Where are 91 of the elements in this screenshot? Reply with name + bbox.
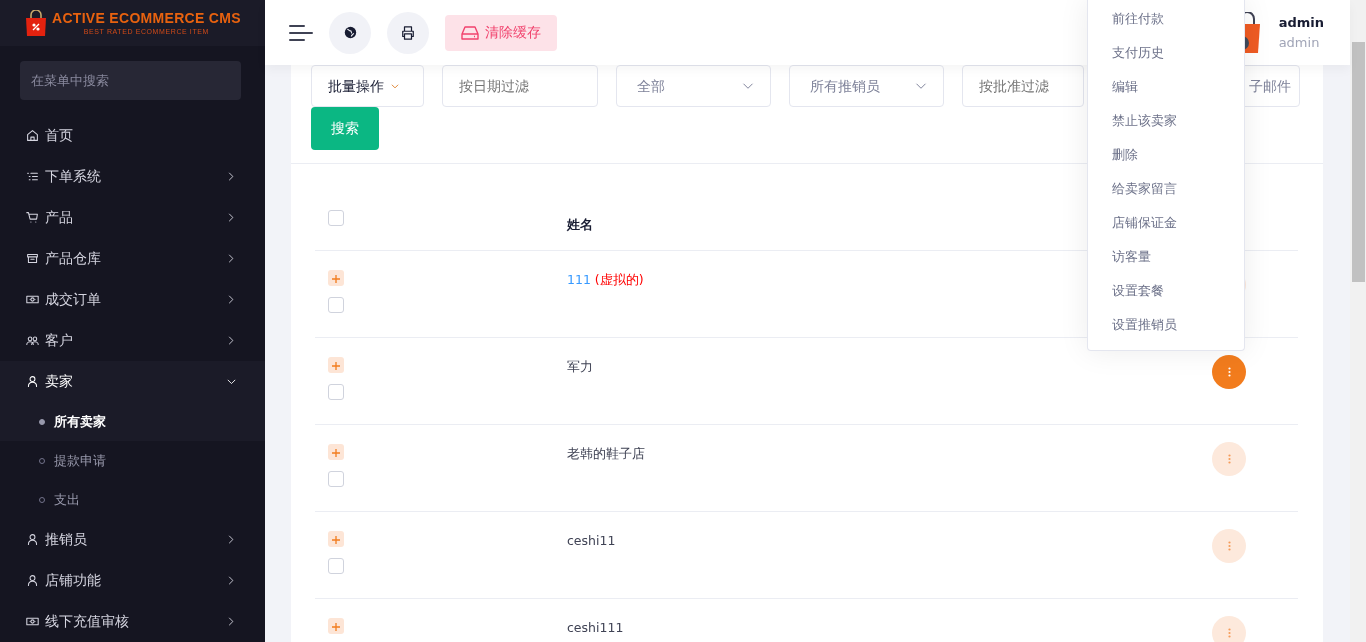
chevron-right-icon: [226, 171, 237, 182]
sidebar-subitem[interactable]: 所有卖家: [0, 402, 265, 441]
user-icon: [26, 574, 39, 587]
expand-button[interactable]: [328, 531, 344, 547]
plus-icon: [332, 535, 340, 544]
home-icon: [26, 129, 39, 142]
virtual-tag: (虚拟的): [594, 272, 644, 287]
cash-icon: [26, 615, 39, 628]
seller-name: ceshi11: [567, 533, 616, 548]
chevron-right-icon: [226, 294, 237, 305]
plus-icon: [332, 622, 340, 631]
menu-item[interactable]: 前往付款: [1088, 2, 1244, 36]
more-icon: [1227, 454, 1231, 464]
chevron-right-icon: [226, 534, 237, 545]
filter-select[interactable]: 所有推销员: [789, 65, 944, 107]
more-actions-button[interactable]: [1212, 616, 1246, 642]
plus-icon: [332, 361, 340, 370]
bulk-action-dropdown[interactable]: 批量操作: [311, 65, 424, 107]
print-button[interactable]: [387, 11, 429, 54]
row-checkbox[interactable]: [328, 558, 344, 574]
filter-select[interactable]: 全部: [616, 65, 771, 107]
sidebar-item[interactable]: 推销员: [0, 519, 265, 560]
menu-item[interactable]: 禁止该卖家: [1088, 104, 1244, 138]
sidebar-item[interactable]: 下单系统: [0, 156, 265, 197]
sidebar-item[interactable]: 产品仓库: [0, 238, 265, 279]
row-checkbox[interactable]: [328, 384, 344, 400]
menu-icon: [289, 24, 313, 42]
menu-item[interactable]: 访客量: [1088, 240, 1244, 274]
box-icon: [26, 252, 39, 265]
list-icon: [26, 170, 39, 183]
menu-item[interactable]: 店铺保证金: [1088, 206, 1244, 240]
expand-button[interactable]: [328, 357, 344, 373]
users-icon: [26, 334, 39, 347]
sidebar-item[interactable]: 线下充值审核: [0, 601, 265, 642]
more-icon: [1227, 541, 1231, 551]
menu-item[interactable]: 设置推销员: [1088, 308, 1244, 342]
clear-cache-button[interactable]: 清除缓存: [445, 14, 557, 51]
seller-name: 111: [567, 272, 591, 287]
scrollbar[interactable]: [1350, 0, 1366, 642]
more-icon: [1227, 628, 1231, 638]
sidebar-item[interactable]: 首页: [0, 115, 265, 156]
globe-icon: [343, 26, 357, 39]
plus-icon: [332, 448, 340, 457]
chevron-right-icon: [226, 335, 237, 346]
sidebar-subitem[interactable]: 提款申请: [0, 441, 265, 480]
expand-button[interactable]: [328, 444, 344, 460]
more-actions-button[interactable]: [1212, 529, 1246, 563]
logo-title: ACTIVE ECOMMERCE CMS: [52, 11, 241, 25]
chevron-down-icon: [390, 81, 400, 91]
user-icon: [26, 533, 39, 546]
row-checkbox[interactable]: [328, 297, 344, 313]
more-actions-button[interactable]: [1212, 442, 1246, 476]
menu-item[interactable]: 编辑: [1088, 70, 1244, 104]
user-icon: [26, 375, 39, 388]
chevron-right-icon: [226, 212, 237, 223]
filter-input[interactable]: 按批准过滤: [962, 65, 1084, 107]
sidebar-item[interactable]: 产品: [0, 197, 265, 238]
shopping-bag-logo-icon: [25, 10, 47, 36]
select-all-checkbox[interactable]: [328, 210, 344, 226]
sidebar-item[interactable]: 店铺功能: [0, 560, 265, 601]
seller-name: ceshi111: [567, 620, 624, 635]
globe-button[interactable]: [329, 11, 371, 54]
drive-icon: [461, 25, 479, 40]
menu-item[interactable]: 支付历史: [1088, 36, 1244, 70]
filter-input[interactable]: 按日期过滤: [442, 65, 598, 107]
more-icon: [1227, 367, 1231, 377]
chevron-right-icon: [226, 575, 237, 586]
printer-icon: [401, 25, 415, 40]
expand-button[interactable]: [328, 618, 344, 634]
sidebar-item[interactable]: 卖家: [0, 361, 265, 402]
menu-item[interactable]: 给卖家留言: [1088, 172, 1244, 206]
cash-icon: [26, 293, 39, 306]
cart-icon: [26, 211, 39, 224]
more-actions-button[interactable]: [1212, 355, 1246, 389]
column-header: 姓名: [567, 217, 593, 232]
bullet-icon: [39, 418, 45, 425]
row-checkbox[interactable]: [328, 471, 344, 487]
chevron-right-icon: [226, 616, 237, 627]
plus-icon: [332, 274, 340, 283]
sidebar-item[interactable]: 客户: [0, 320, 265, 361]
sidebar-item[interactable]: 成交订单: [0, 279, 265, 320]
chevron-right-icon: [226, 253, 237, 264]
expand-button[interactable]: [328, 270, 344, 286]
menu-item[interactable]: 删除: [1088, 138, 1244, 172]
sidebar-subitem[interactable]: 支出: [0, 480, 265, 519]
menu-item[interactable]: 设置套餐: [1088, 274, 1244, 308]
user-role: admin: [1278, 33, 1321, 52]
seller-name: 军力: [567, 359, 593, 374]
seller-name: 老韩的鞋子店: [567, 446, 645, 461]
user-name: admin: [1278, 14, 1324, 32]
menu-search-field[interactable]: 在菜单中搜索: [20, 61, 241, 100]
